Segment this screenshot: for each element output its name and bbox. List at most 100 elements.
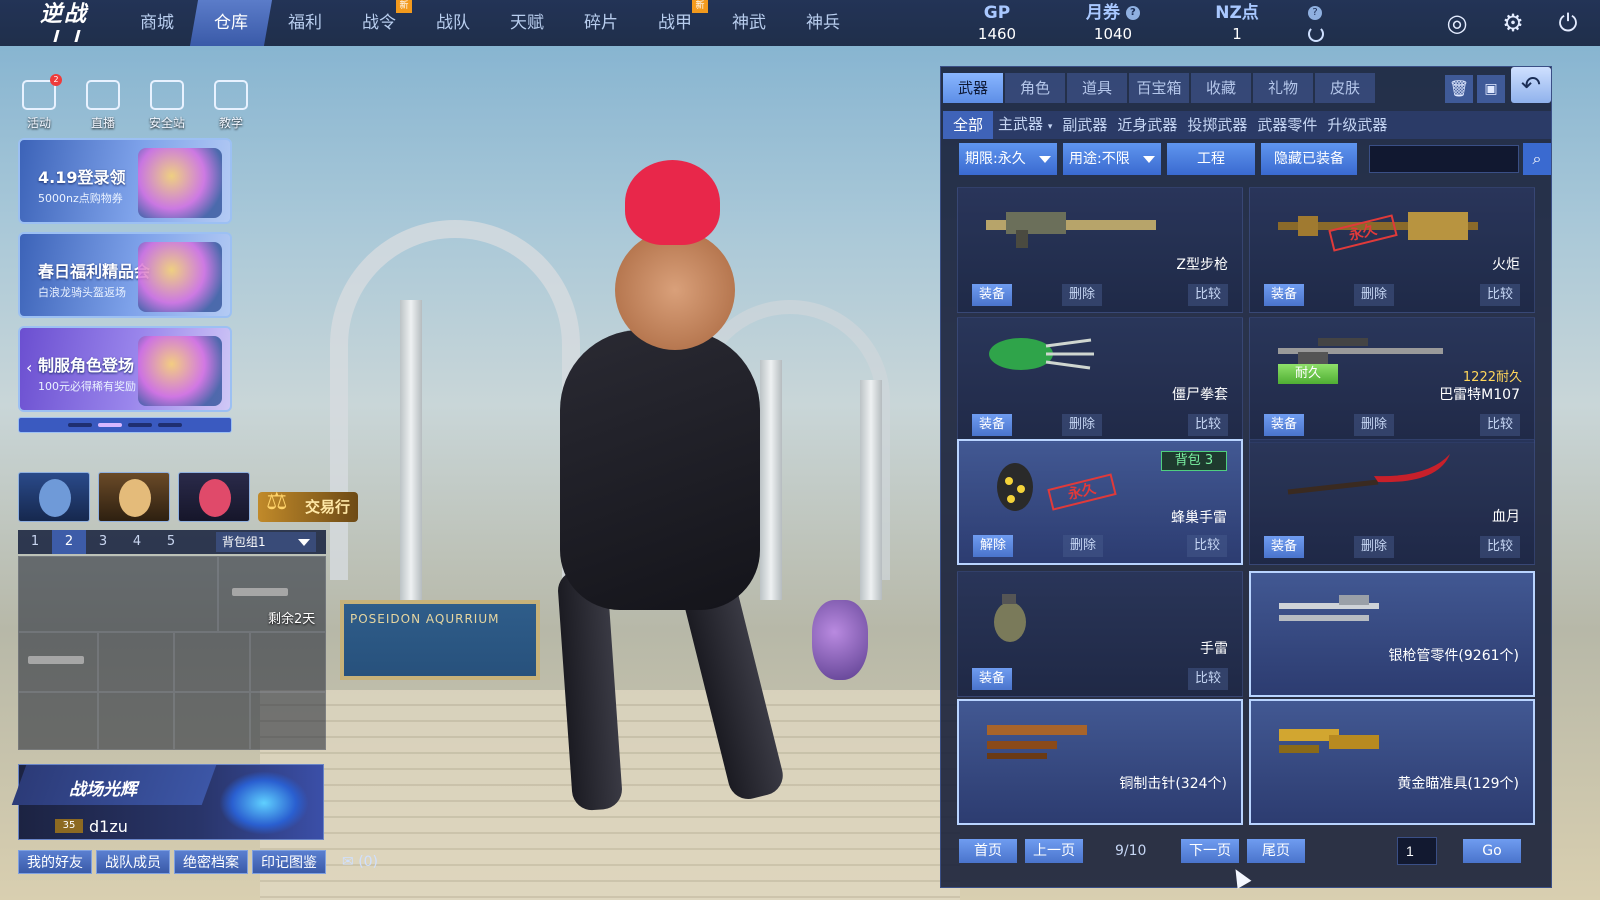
promo-spring-welfare[interactable]: 春日福利精品会 白浪龙骑头盔返场 (18, 232, 232, 318)
slot-extra[interactable] (174, 632, 250, 692)
last-page-button[interactable]: 尾页 (1247, 839, 1305, 863)
delete-button[interactable]: 删除 (1062, 284, 1102, 306)
equip-button[interactable]: 装备 (972, 668, 1012, 690)
avatar[interactable] (18, 472, 90, 522)
slot-primary[interactable] (18, 556, 218, 632)
slot-extra[interactable] (98, 692, 174, 750)
quick-tutorial[interactable]: 教学 (206, 80, 256, 131)
item-card-selected[interactable]: 背包 3 永久 蜂巢手雷 解除 删除 比较 (957, 439, 1243, 565)
item-card[interactable]: 永久 火炬 装备 删除 比较 (1249, 187, 1535, 313)
first-page-button[interactable]: 首页 (959, 839, 1017, 863)
pager-dot[interactable] (158, 423, 182, 427)
subtab-secondary[interactable]: 副武器 (1057, 111, 1112, 139)
nav-welfare[interactable]: 福利 (268, 0, 342, 46)
subtab-parts[interactable]: 武器零件 (1252, 111, 1322, 139)
unequip-button[interactable]: 解除 (973, 535, 1013, 557)
item-card[interactable]: 血月 装备 删除 比较 (1249, 439, 1535, 565)
help-icon[interactable]: ? (1125, 6, 1140, 20)
delete-button[interactable]: 删除 (1354, 414, 1394, 436)
tab-weapons[interactable]: 武器 (943, 73, 1003, 103)
slot-throwable[interactable] (98, 632, 174, 692)
next-page-button[interactable]: 下一页 (1181, 839, 1239, 863)
item-card[interactable]: 手雷 装备 比较 (957, 571, 1243, 697)
avatar[interactable] (98, 472, 170, 522)
slot-extra[interactable] (250, 632, 326, 692)
friends-button[interactable]: 我的好友 (18, 850, 92, 874)
equip-button[interactable]: 装备 (1264, 536, 1304, 558)
radar-icon[interactable]: ◎ (1442, 8, 1472, 38)
trading-house-button[interactable]: ⚖ 交易行 (258, 487, 358, 522)
hide-equipped-button[interactable]: 隐藏已装备 (1261, 143, 1357, 175)
item-card[interactable]: Z型步枪 装备 删除 比较 (957, 187, 1243, 313)
player-character[interactable] (520, 150, 800, 830)
nav-mall[interactable]: 商城 (120, 0, 194, 46)
nav-armor[interactable]: 战甲新 (638, 0, 712, 46)
subtab-throwable[interactable]: 投掷武器 (1182, 111, 1252, 139)
loadout-tab[interactable]: 2 (52, 530, 86, 554)
search-input[interactable] (1369, 145, 1519, 173)
prev-page-button[interactable]: 上一页 (1025, 839, 1083, 863)
compare-button[interactable]: 比较 (1188, 414, 1228, 436)
delete-button[interactable]: 删除 (1354, 536, 1394, 558)
usage-filter-select[interactable]: 用途:不限 (1063, 143, 1161, 175)
nav-divine-martial[interactable]: 神武 (712, 0, 786, 46)
equip-button[interactable]: 装备 (972, 284, 1012, 306)
compare-button[interactable]: 比较 (1480, 414, 1520, 436)
equip-button[interactable]: 装备 (1264, 284, 1304, 306)
pager-dot[interactable] (98, 423, 122, 427)
tab-gifts[interactable]: 礼物 (1253, 73, 1313, 103)
item-card[interactable]: 僵尸拳套 装备 删除 比较 (957, 317, 1243, 443)
loadout-tab[interactable]: 5 (154, 530, 188, 554)
slot-extra[interactable] (250, 692, 326, 750)
compare-button[interactable]: 比较 (1480, 536, 1520, 558)
equip-button[interactable]: 装备 (972, 414, 1012, 436)
item-card[interactable]: 银枪管零件(9261个) (1249, 571, 1535, 697)
mark-atlas-button[interactable]: 印记图鉴 (252, 850, 326, 874)
subtab-upgrade[interactable]: 升级武器 (1322, 111, 1392, 139)
battlefield-glory-card[interactable]: 战场光辉 35 d1zu (11, 764, 324, 840)
loadout-tab[interactable]: 4 (120, 530, 154, 554)
quick-activity[interactable]: 2 活动 (14, 74, 64, 131)
tab-characters[interactable]: 角色 (1005, 73, 1065, 103)
mail-button[interactable]: ✉ (0) (342, 854, 378, 870)
gear-icon[interactable]: ⚙ (1498, 8, 1528, 38)
loadout-tab[interactable]: 3 (86, 530, 120, 554)
team-members-button[interactable]: 战队成员 (96, 850, 170, 874)
chevron-left-icon[interactable]: ‹ (26, 358, 32, 377)
item-card[interactable]: 耐久 1222耐久 巴雷特M107 装备 删除 比较 (1249, 317, 1535, 443)
tab-skins[interactable]: 皮肤 (1315, 73, 1375, 103)
go-button[interactable]: Go (1463, 839, 1521, 863)
search-icon[interactable]: ⌕ (1523, 143, 1551, 175)
nav-warehouse[interactable]: 仓库 (189, 0, 273, 46)
engineer-filter-button[interactable]: 工程 (1167, 143, 1255, 175)
item-card[interactable]: 黄金瞄准具(129个) (1249, 699, 1535, 825)
subtab-primary[interactable]: 主武器 ▾ (993, 110, 1057, 141)
delete-button[interactable]: 删除 (1063, 535, 1103, 557)
item-card[interactable]: 铜制击针(324个) (957, 699, 1243, 825)
compare-button[interactable]: 比较 (1480, 284, 1520, 306)
pager-dot[interactable] (128, 423, 152, 427)
secret-files-button[interactable]: 绝密档案 (174, 850, 248, 874)
avatar[interactable] (178, 472, 250, 522)
loadout-tab[interactable]: 1 (18, 530, 52, 554)
compare-button[interactable]: 比较 (1188, 668, 1228, 690)
promo-uniform-character[interactable]: ‹ 制服角色登场 100元必得稀有奖励 (18, 326, 232, 412)
quick-live[interactable]: 直播 (78, 80, 128, 131)
compare-button[interactable]: 比较 (1187, 535, 1227, 557)
nav-battle-pass[interactable]: 战令新 (342, 0, 416, 46)
compare-button[interactable]: 比较 (1188, 284, 1228, 306)
delete-button[interactable]: 删除 (1062, 414, 1102, 436)
subtab-melee[interactable]: 近身武器 (1112, 111, 1182, 139)
equip-button[interactable]: 装备 (1264, 414, 1304, 436)
delete-button[interactable]: 删除 (1354, 284, 1394, 306)
help-icon[interactable]: ? (1308, 6, 1322, 20)
page-number-input[interactable] (1397, 837, 1437, 865)
swap-view-icon[interactable]: ▣ (1477, 75, 1505, 103)
subtab-all[interactable]: 全部 (943, 111, 994, 139)
power-icon[interactable]: ⏻ (1553, 8, 1583, 38)
tab-treasure-box[interactable]: 百宝箱 (1129, 73, 1189, 103)
tab-collection[interactable]: 收藏 (1191, 73, 1251, 103)
promo-login-reward[interactable]: 4.19登录领 5000nz点购物券 (18, 138, 232, 224)
tab-items[interactable]: 道具 (1067, 73, 1127, 103)
loadout-group-select[interactable]: 背包组1 (216, 532, 316, 552)
